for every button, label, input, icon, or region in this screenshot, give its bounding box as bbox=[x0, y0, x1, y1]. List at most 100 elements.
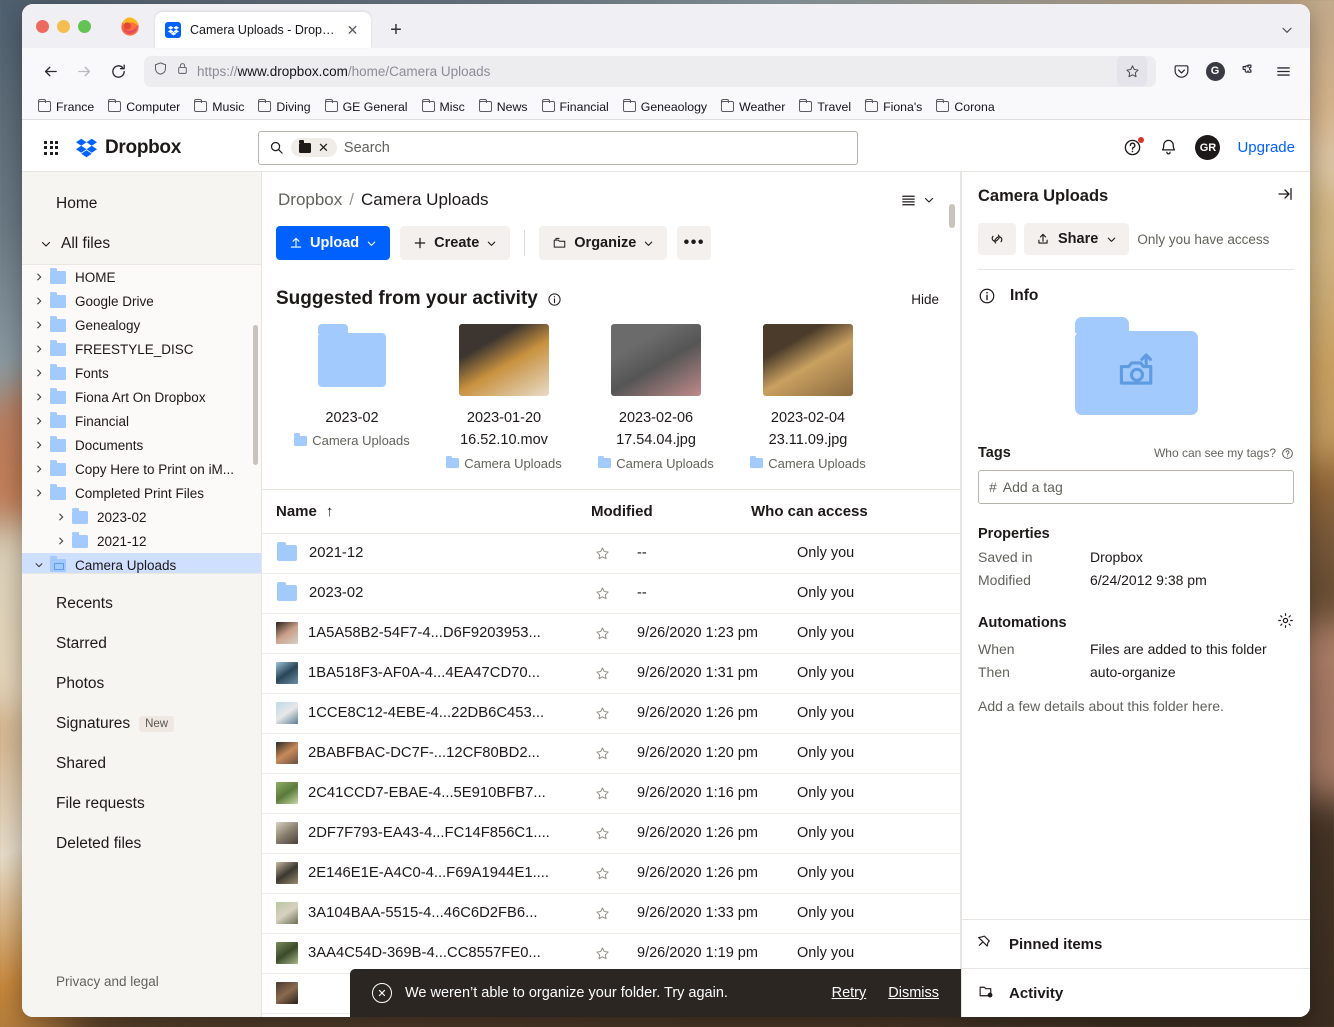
bookmark-item[interactable]: Diving bbox=[252, 98, 316, 116]
create-button[interactable]: Create bbox=[400, 226, 510, 260]
chevron-right-icon[interactable] bbox=[28, 296, 50, 306]
bell-icon[interactable] bbox=[1159, 138, 1178, 157]
clear-scope-icon[interactable]: ✕ bbox=[318, 141, 329, 154]
bookmark-item[interactable]: Geneaology bbox=[617, 98, 713, 116]
chevron-right-icon[interactable] bbox=[28, 464, 50, 474]
star-icon[interactable] bbox=[591, 626, 613, 641]
folder-tree-item[interactable]: 2021-12 bbox=[22, 529, 261, 553]
browser-menu-icon[interactable] bbox=[1268, 56, 1298, 86]
dismiss-button[interactable]: Dismiss bbox=[888, 985, 939, 1001]
star-icon[interactable] bbox=[591, 706, 613, 721]
star-icon[interactable] bbox=[591, 586, 613, 601]
suggested-item[interactable]: 2023-01-2016.52.10.movCamera Uploads bbox=[428, 324, 580, 471]
bookmark-item[interactable]: Financial bbox=[536, 98, 615, 116]
column-header-name[interactable]: Name ↑ bbox=[276, 503, 591, 520]
star-icon[interactable] bbox=[591, 826, 613, 841]
bookmark-item[interactable]: Misc bbox=[416, 98, 471, 116]
folder-tree-scrollbar[interactable] bbox=[253, 325, 258, 465]
sidebar-item-photos[interactable]: Photos bbox=[22, 664, 261, 704]
star-icon[interactable] bbox=[591, 946, 613, 961]
chevron-right-icon[interactable] bbox=[28, 488, 50, 498]
forward-button[interactable] bbox=[68, 55, 100, 87]
column-header-access[interactable]: Who can access bbox=[751, 503, 961, 520]
dropbox-logo[interactable]: Dropbox bbox=[76, 137, 181, 159]
who-can-see-tags-link[interactable]: Who can see my tags? bbox=[1154, 446, 1294, 460]
chevron-right-icon[interactable] bbox=[28, 440, 50, 450]
close-window-button[interactable] bbox=[36, 20, 49, 33]
sidebar-item-home[interactable]: Home bbox=[22, 184, 261, 224]
sidebar-item-all-files[interactable]: All files bbox=[22, 224, 261, 264]
star-icon[interactable] bbox=[591, 546, 613, 561]
table-row[interactable]: 2E146E1E-A4C0-4...F69A1944E1....9/26/202… bbox=[262, 854, 961, 894]
table-row[interactable]: 3A104BAA-5515-4...46C6D2FB6...9/26/2020 … bbox=[262, 894, 961, 934]
extensions-icon[interactable] bbox=[1234, 56, 1264, 86]
sidebar-item-deleted-files[interactable]: Deleted files bbox=[22, 824, 261, 864]
breadcrumb-root[interactable]: Dropbox bbox=[278, 190, 342, 210]
bookmark-star-icon[interactable] bbox=[1117, 56, 1147, 86]
folder-tree-item[interactable]: Copy Here to Print on iM... bbox=[22, 457, 261, 481]
chevron-right-icon[interactable] bbox=[28, 272, 50, 282]
privacy-and-legal-link[interactable]: Privacy and legal bbox=[22, 974, 261, 1017]
bookmark-item[interactable]: News bbox=[473, 98, 534, 116]
add-tag-input[interactable]: # Add a tag bbox=[978, 470, 1294, 504]
share-button[interactable]: Share bbox=[1024, 223, 1129, 255]
chevron-right-icon[interactable] bbox=[50, 536, 72, 546]
help-icon[interactable] bbox=[1123, 138, 1142, 157]
sidebar-item-signatures[interactable]: SignaturesNew bbox=[22, 704, 261, 744]
grammarly-extension-icon[interactable]: GR G bbox=[1200, 56, 1230, 86]
new-tab-button[interactable]: + bbox=[381, 15, 411, 45]
folder-tree-item[interactable]: Fiona Art On Dropbox bbox=[22, 385, 261, 409]
shield-icon[interactable] bbox=[153, 61, 168, 81]
star-icon[interactable] bbox=[591, 786, 613, 801]
suggested-item[interactable]: 2023-02-0617.54.04.jpgCamera Uploads bbox=[580, 324, 732, 471]
star-icon[interactable] bbox=[591, 906, 613, 921]
minimize-window-button[interactable] bbox=[57, 20, 70, 33]
chevron-right-icon[interactable] bbox=[28, 344, 50, 354]
info-icon[interactable] bbox=[547, 292, 562, 307]
chevron-right-icon[interactable] bbox=[28, 368, 50, 378]
table-row[interactable]: 3AA4C54D-369B-4...CC8557FE0...9/26/2020 … bbox=[262, 934, 961, 974]
browser-tab[interactable]: Camera Uploads - Dropbox ✕ bbox=[155, 12, 371, 48]
search-input[interactable]: ✕ Search bbox=[258, 131, 858, 165]
maximize-window-button[interactable] bbox=[78, 20, 91, 33]
star-icon[interactable] bbox=[591, 746, 613, 761]
folder-tree-item[interactable]: Financial bbox=[22, 409, 261, 433]
avatar[interactable]: GR bbox=[1195, 135, 1220, 160]
bookmark-item[interactable]: Travel bbox=[793, 98, 857, 116]
details-footer-item[interactable]: Pinned items bbox=[962, 919, 1310, 968]
bookmark-item[interactable]: Weather bbox=[715, 98, 791, 116]
info-section-header[interactable]: Info bbox=[962, 270, 1310, 305]
folder-tree-item[interactable]: Documents bbox=[22, 433, 261, 457]
suggested-item[interactable]: 2023-02-0423.11.09.jpgCamera Uploads bbox=[732, 324, 884, 471]
hide-suggestions-button[interactable]: Hide bbox=[911, 292, 939, 307]
folder-tree-item[interactable]: Fonts bbox=[22, 361, 261, 385]
reload-button[interactable] bbox=[102, 55, 134, 87]
bookmark-item[interactable]: Computer bbox=[102, 98, 186, 116]
table-row[interactable]: 2BABFBAC-DC7F-...12CF80BD2...9/26/2020 1… bbox=[262, 734, 961, 774]
table-row[interactable]: 1BA518F3-AF0A-4...4EA47CD70...9/26/2020 … bbox=[262, 654, 961, 694]
more-actions-button[interactable]: ••• bbox=[677, 226, 711, 260]
sidebar-item-recents[interactable]: Recents bbox=[22, 584, 261, 624]
bookmark-item[interactable]: GE General bbox=[319, 98, 414, 116]
folder-tree-item[interactable]: HOME bbox=[22, 265, 261, 289]
bookmark-item[interactable]: Fiona's bbox=[859, 98, 928, 116]
chevron-right-icon[interactable] bbox=[50, 512, 72, 522]
sidebar-item-shared[interactable]: Shared bbox=[22, 744, 261, 784]
sidebar-item-starred[interactable]: Starred bbox=[22, 624, 261, 664]
view-options-button[interactable] bbox=[900, 192, 935, 209]
suggested-item[interactable]: 2023-02Camera Uploads bbox=[276, 324, 428, 471]
table-row[interactable]: 1A5A58B2-54F7-4...D6F9203953...9/26/2020… bbox=[262, 614, 961, 654]
column-header-modified[interactable]: Modified bbox=[591, 503, 751, 520]
table-row[interactable]: 1CCE8C12-4EBE-4...22DB6C453...9/26/2020 … bbox=[262, 694, 961, 734]
copy-link-icon[interactable] bbox=[978, 223, 1016, 255]
folder-tree-item[interactable]: Genealogy bbox=[22, 313, 261, 337]
table-row[interactable]: 2C41CCD7-EBAE-4...5E910BFB7...9/26/2020 … bbox=[262, 774, 961, 814]
table-row[interactable]: 2023-02--Only you bbox=[262, 574, 961, 614]
gear-icon[interactable] bbox=[1277, 612, 1294, 634]
pocket-icon[interactable] bbox=[1166, 56, 1196, 86]
star-icon[interactable] bbox=[591, 866, 613, 881]
back-button[interactable] bbox=[34, 55, 66, 87]
folder-tree-item[interactable]: FREESTYLE_DISC bbox=[22, 337, 261, 361]
retry-button[interactable]: Retry bbox=[832, 985, 867, 1001]
sidebar-item-file-requests[interactable]: File requests bbox=[22, 784, 261, 824]
